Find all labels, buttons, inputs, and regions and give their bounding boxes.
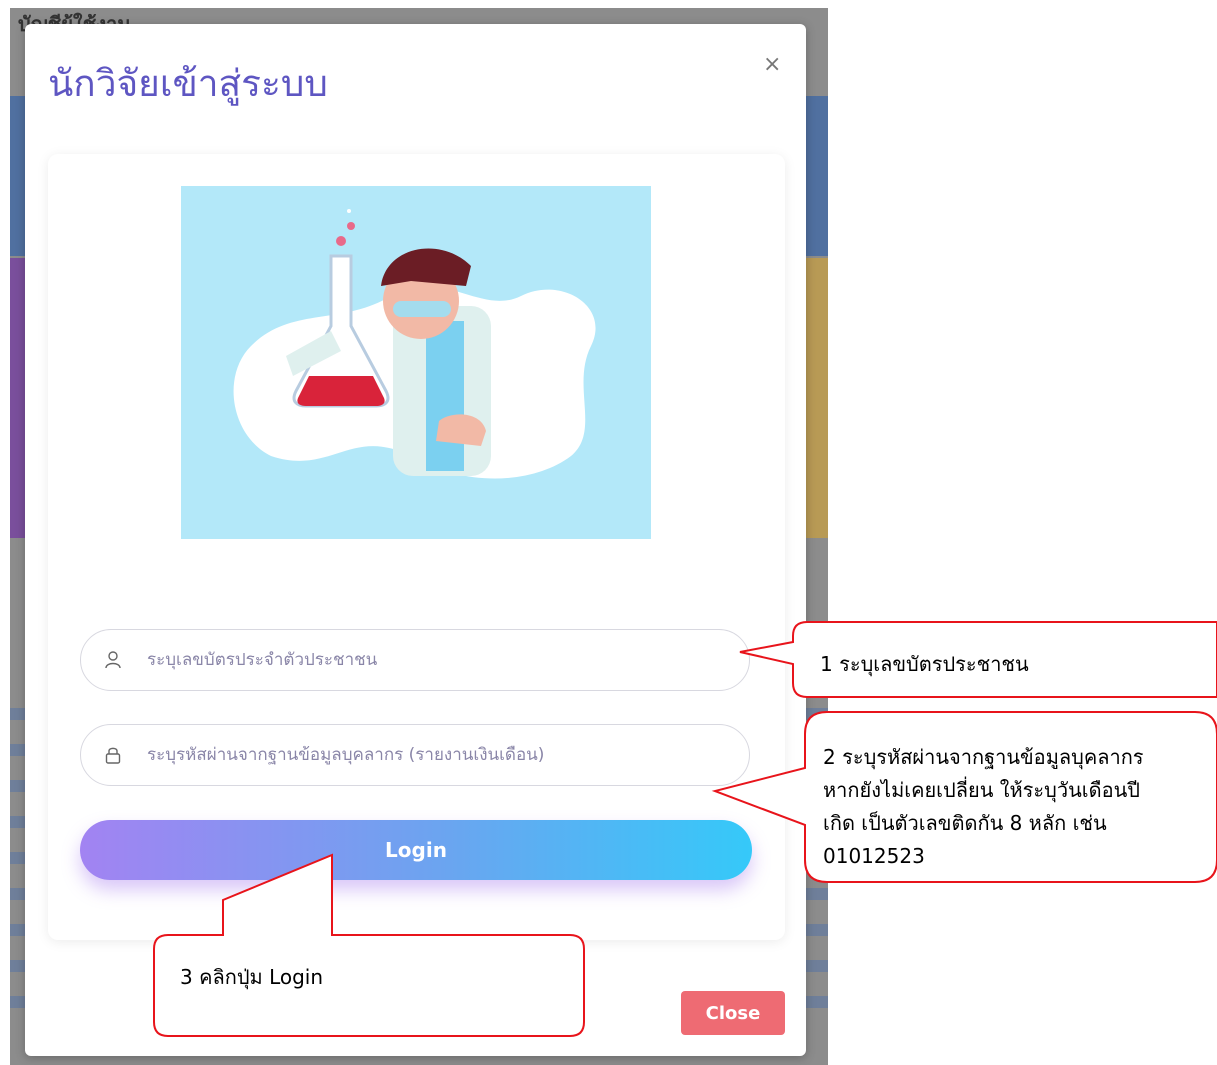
callout-step-3: 3 คลิกปุ่ม Login <box>180 965 324 989</box>
screenshot-stage: บัญชีผู้ใช้งาน นักวิจัยเข้าสู่ระบบ × <box>0 0 1217 1065</box>
callout-step-2: 2 ระบุรหัสผ่านจากฐานข้อมูลบุคลากร หากยัง… <box>823 741 1144 873</box>
callout-shapes <box>153 621 1217 1037</box>
callout-step-2-line-3: เกิด เป็นตัวเลขติดกัน 8 หลัก เช่น <box>823 811 1107 835</box>
callout-step-2-line-4: 01012523 <box>823 844 925 868</box>
callout-step-1: 1 ระบุเลขบัตรประชาชน <box>820 652 1029 676</box>
callout-step-2-line-2: หากยังไม่เคยเปลี่ยน ให้ระบุวันเดือนปี <box>823 778 1140 802</box>
callout-3-shape <box>153 853 585 1037</box>
callout-step-2-line-1: 2 ระบุรหัสผ่านจากฐานข้อมูลบุคลากร <box>823 745 1144 769</box>
